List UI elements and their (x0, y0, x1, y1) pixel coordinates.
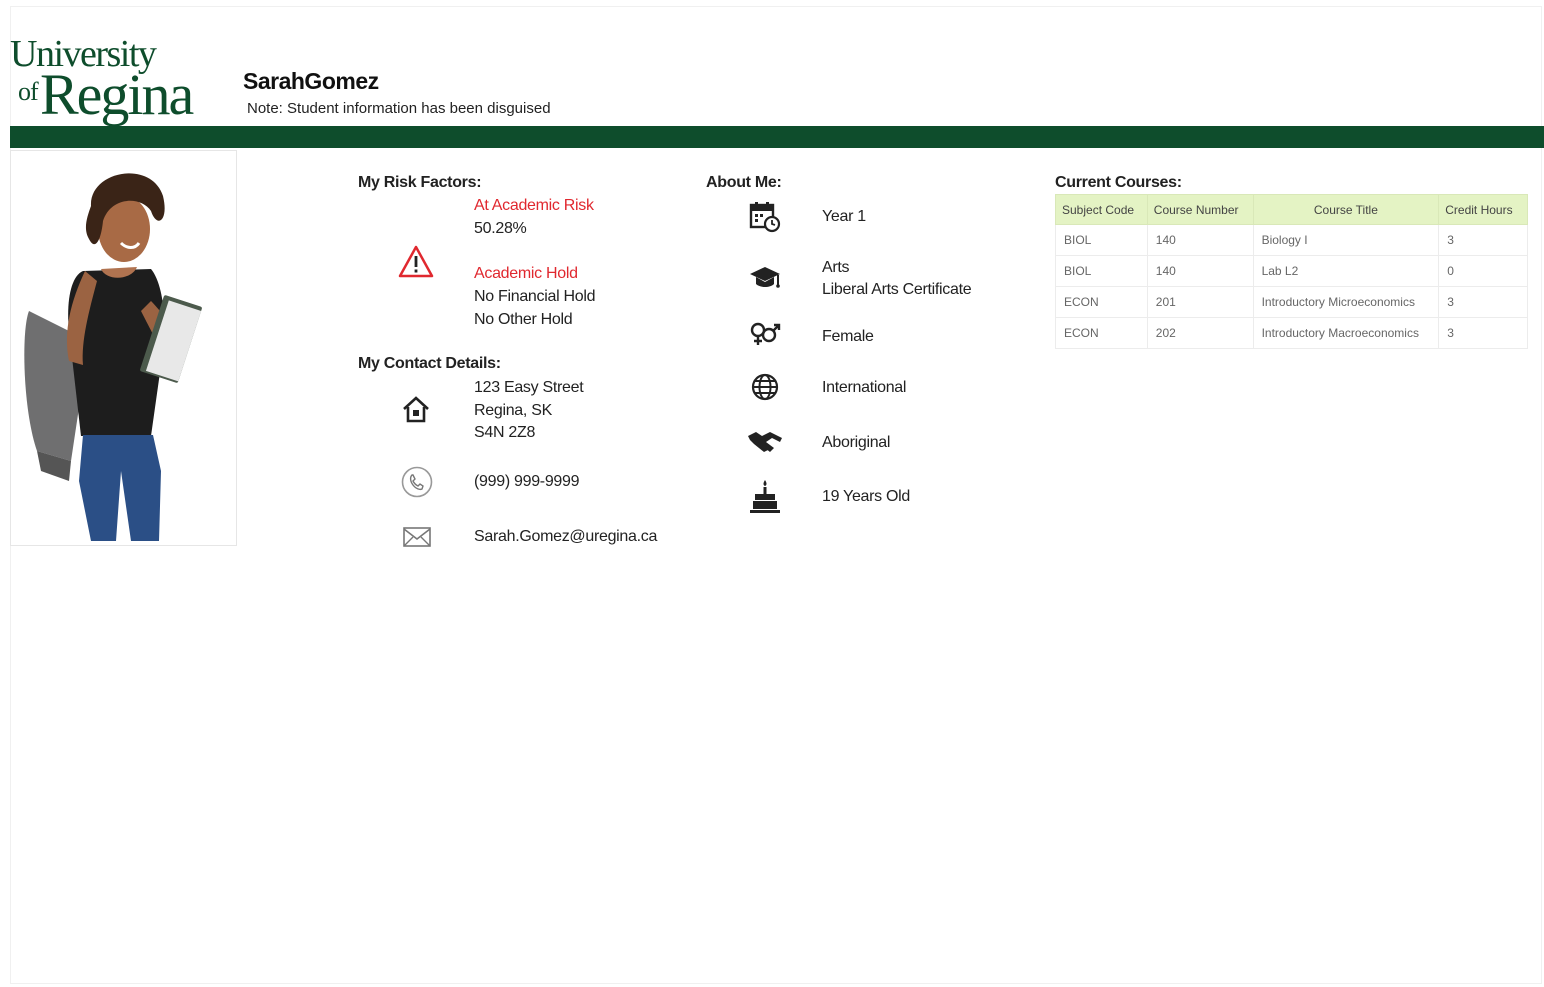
academic-hold-label: Academic Hold (474, 265, 578, 282)
phone-number: (999) 999-9999 (474, 473, 580, 490)
address-line-2: Regina, SK (474, 402, 552, 419)
faculty: Arts (822, 259, 850, 276)
subject-code-cell: BIOL (1055, 224, 1148, 256)
column-header[interactable]: Course Number (1146, 194, 1254, 225)
credit-hours-cell: 0 (1438, 255, 1528, 287)
subject-code-cell: BIOL (1055, 255, 1148, 287)
address-line-1: 123 Easy Street (474, 379, 584, 396)
birthday-cake-icon (748, 478, 782, 514)
heritage: Aboriginal (822, 434, 891, 451)
student-illustration (24, 173, 202, 541)
header-divider-bar (10, 126, 1544, 148)
course-number-cell: 140 (1146, 255, 1254, 287)
graduation-cap-icon (748, 263, 782, 293)
about-me-title: About Me: (706, 174, 782, 191)
calendar-icon (748, 200, 782, 234)
course-number-cell: 202 (1146, 317, 1254, 349)
gender-icon (748, 320, 782, 348)
home-icon (400, 394, 432, 424)
table-row[interactable]: BIOL 140 Biology I 3 (1055, 224, 1528, 256)
globe-icon (750, 372, 780, 402)
credit-hours-cell: 3 (1438, 224, 1528, 256)
risk-factors-title: My Risk Factors: (358, 174, 482, 191)
email-link[interactable]: Sarah.Gomez@uregina.ca (474, 526, 657, 548)
student-photo (10, 150, 237, 546)
credit-hours-cell: 3 (1438, 286, 1528, 318)
column-header[interactable]: Subject Code (1055, 194, 1148, 225)
table-row[interactable]: BIOL 140 Lab L2 0 (1055, 255, 1528, 287)
academic-risk-percent: 50.28% (474, 220, 527, 237)
courses-table: Subject Code Course Number Course Title … (1055, 194, 1528, 349)
address-line-3: S4N 2Z8 (474, 424, 536, 441)
student-name: SarahGomez (243, 68, 379, 94)
course-number-cell: 140 (1146, 224, 1254, 256)
university-logo: University of Regina (10, 34, 200, 126)
handshake-icon (746, 428, 784, 456)
program: Liberal Arts Certificate (822, 281, 972, 298)
other-hold-label: No Other Hold (474, 311, 573, 328)
subject-code-cell: ECON (1055, 317, 1148, 349)
table-row[interactable]: ECON 201 Introductory Microeconomics 3 (1055, 286, 1528, 318)
phone-icon (400, 465, 434, 499)
column-header[interactable]: Course Title (1252, 194, 1440, 225)
current-courses-title: Current Courses: (1055, 174, 1182, 191)
age: 19 Years Old (822, 488, 911, 505)
table-row[interactable]: ECON 202 Introductory Macroeconomics 3 (1055, 317, 1528, 349)
warning-icon (397, 244, 435, 280)
course-title-cell: Biology I (1252, 224, 1440, 256)
course-title-cell: Lab L2 (1252, 255, 1440, 287)
course-title-cell: Introductory Macroeconomics (1252, 317, 1440, 349)
residency-status: International (822, 379, 907, 396)
credit-hours-cell: 3 (1438, 317, 1528, 349)
mail-icon (402, 526, 432, 548)
gender: Female (822, 328, 874, 345)
logo-of: of (18, 77, 39, 106)
year-of-study: Year 1 (822, 208, 866, 225)
subject-code-cell: ECON (1055, 286, 1148, 318)
course-number-cell: 201 (1146, 286, 1254, 318)
contact-details-title: My Contact Details: (358, 355, 501, 372)
academic-risk-label: At Academic Risk (474, 197, 594, 214)
course-title-cell: Introductory Microeconomics (1252, 286, 1440, 318)
financial-hold-label: No Financial Hold (474, 288, 596, 305)
disguise-note: Note: Student information has been disgu… (247, 100, 551, 117)
column-header[interactable]: Credit Hours (1438, 194, 1528, 225)
logo-line-2: Regina (40, 62, 194, 127)
table-header-row: Subject Code Course Number Course Title … (1055, 194, 1528, 225)
